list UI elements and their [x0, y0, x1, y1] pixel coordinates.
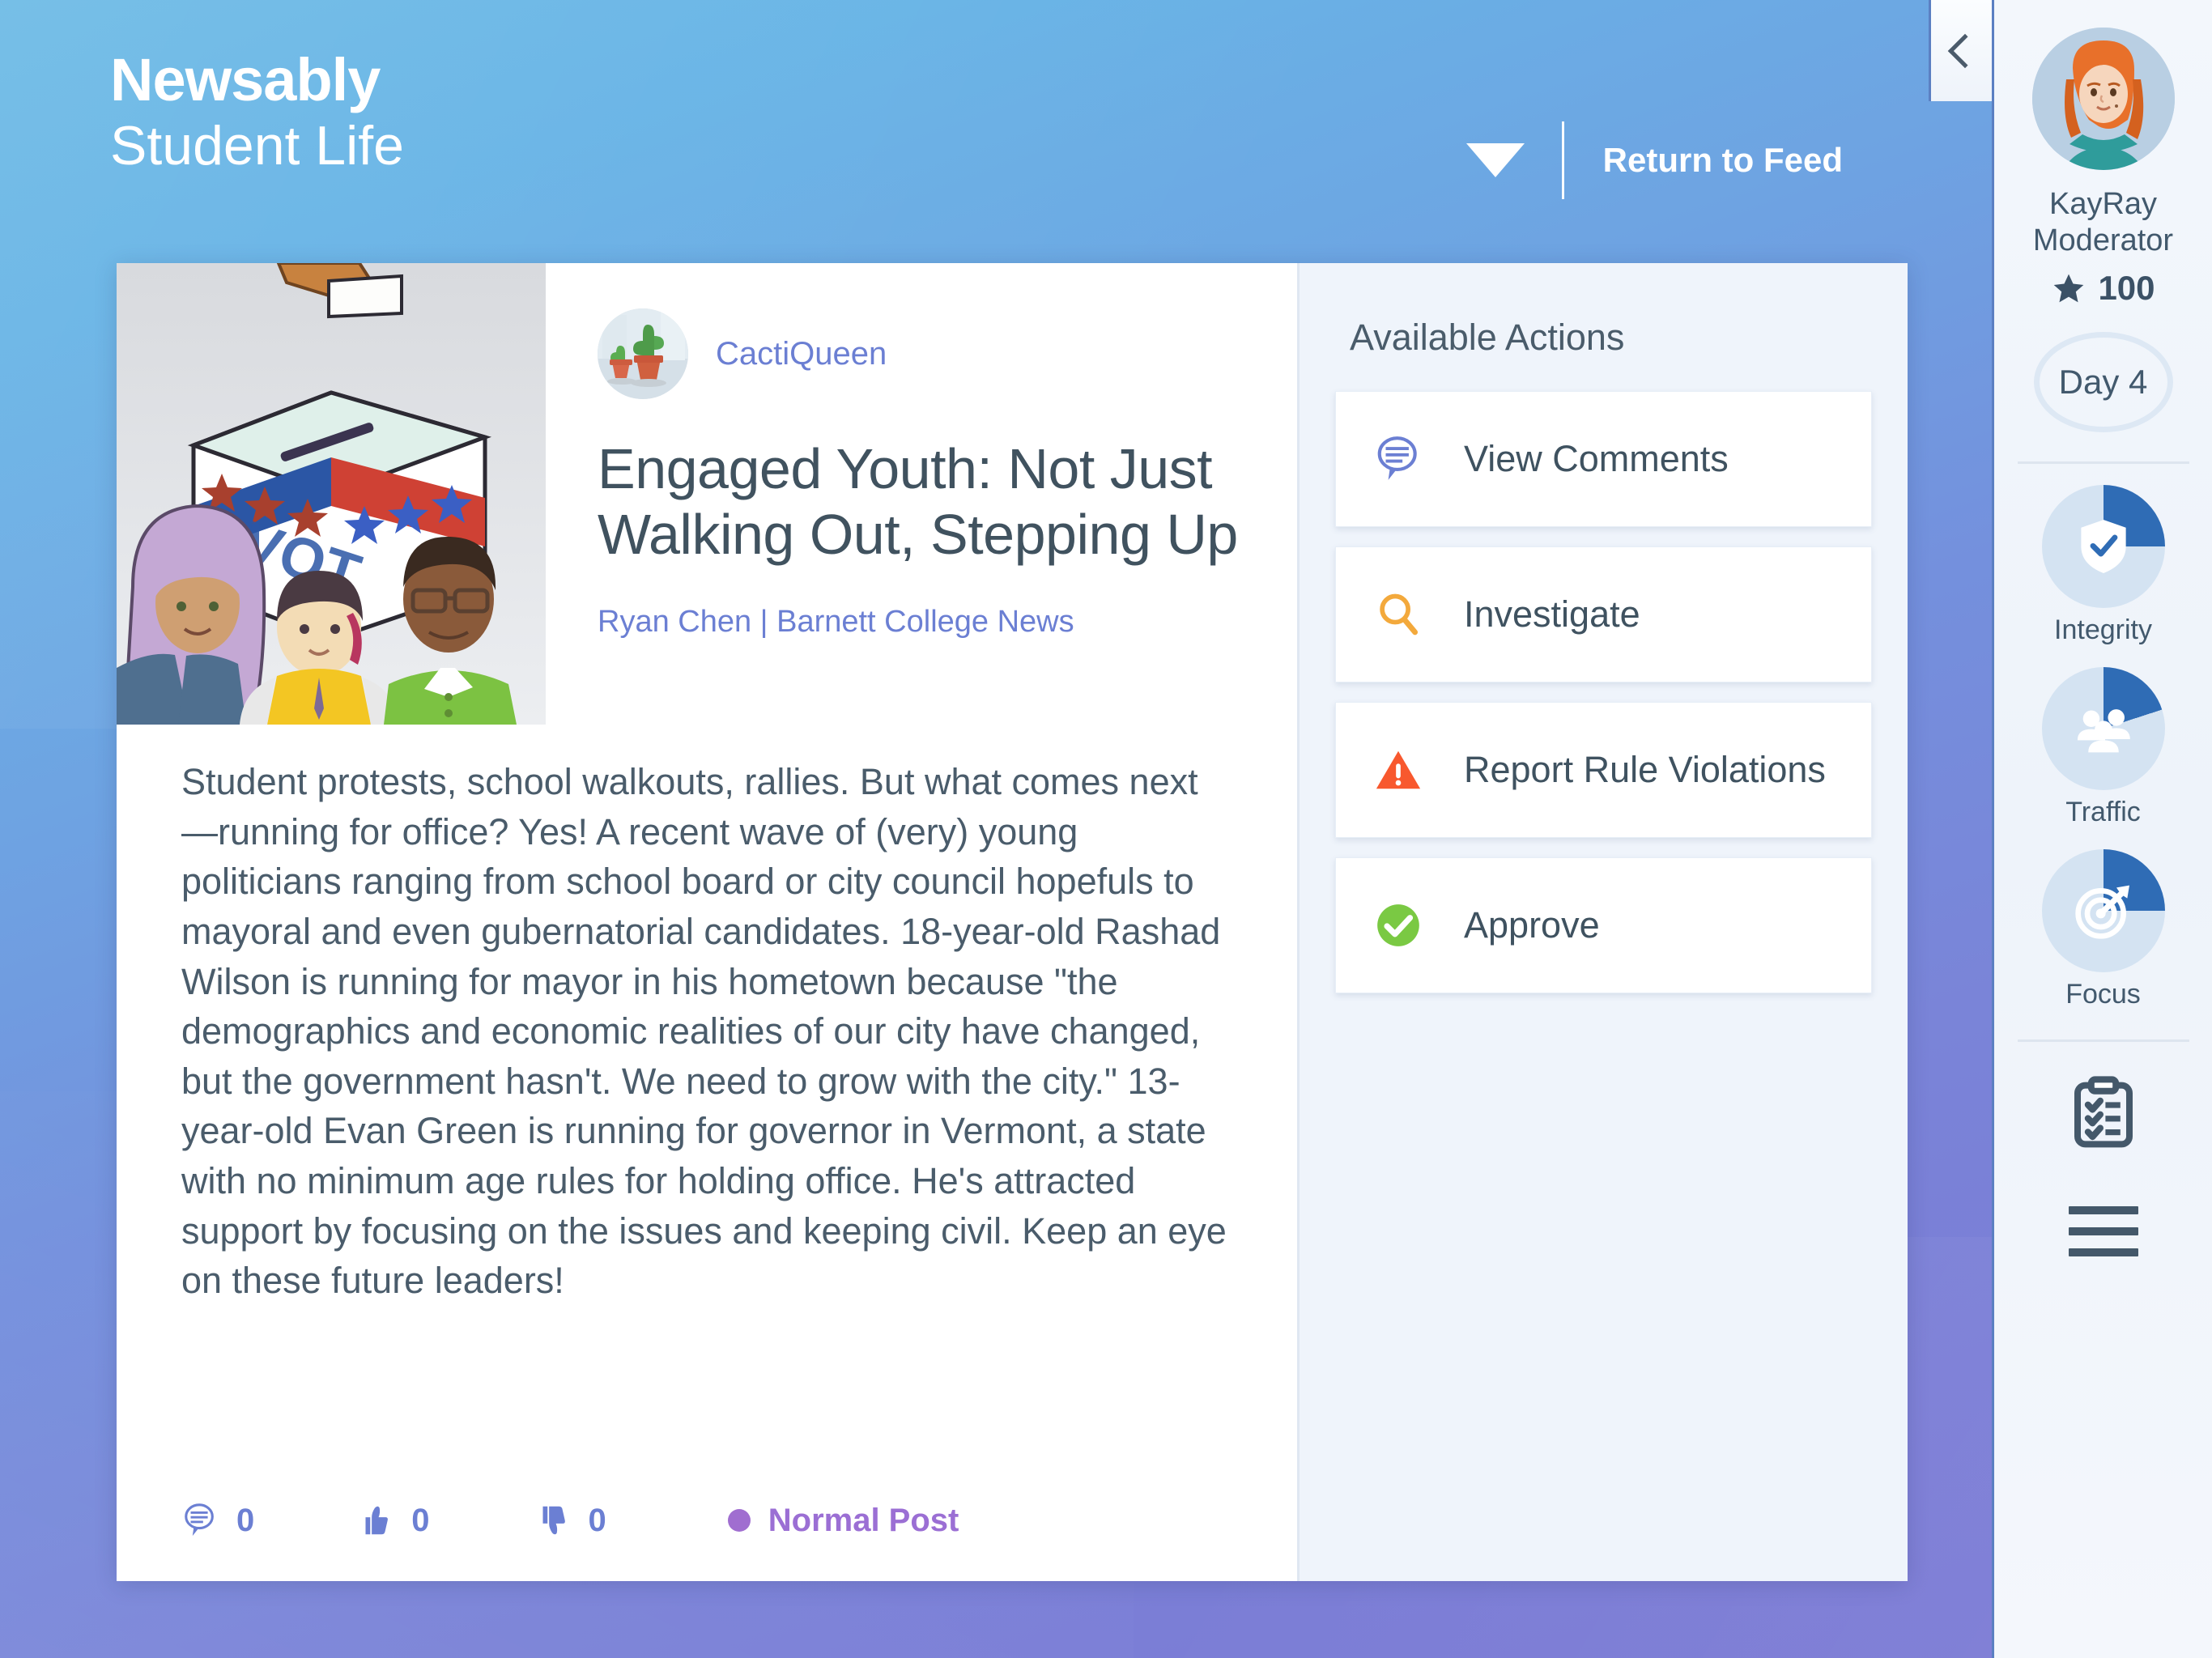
- check-circle-icon: [1372, 899, 1425, 952]
- dislike-count-value: 0: [588, 1502, 606, 1538]
- focus-progress-ring: [2041, 848, 2165, 972]
- status-dot-icon: [727, 1509, 751, 1532]
- author-row[interactable]: CactiQueen: [598, 308, 1245, 399]
- author-name[interactable]: CactiQueen: [716, 336, 887, 372]
- brand-title: Newsably: [110, 46, 381, 113]
- action-label: Report Rule Violations: [1464, 749, 1826, 790]
- integrity-progress-ring: [2041, 484, 2165, 608]
- target-dart-icon: [2042, 849, 2165, 972]
- sidebar-divider-top: [2017, 461, 2189, 464]
- action-approve[interactable]: Approve: [1335, 857, 1872, 993]
- action-view-comments[interactable]: View Comments: [1335, 391, 1872, 527]
- chevron-left-icon: [1947, 33, 1983, 68]
- thumbs-down-icon: [542, 1506, 565, 1535]
- action-label: View Comments: [1464, 438, 1729, 479]
- like-count[interactable]: 0: [356, 1502, 430, 1539]
- avatar[interactable]: [2031, 28, 2175, 170]
- return-to-feed-button[interactable]: Return to Feed: [1603, 141, 1843, 180]
- status-badge-label: Normal Post: [768, 1502, 959, 1538]
- people-group-icon: [2042, 667, 2165, 790]
- magnifier-icon: [1372, 588, 1425, 641]
- article-top: VOT VO: [117, 263, 1297, 725]
- score-row: 100: [2051, 269, 2155, 308]
- comment-count[interactable]: 0: [181, 1502, 254, 1539]
- action-investigate[interactable]: Investigate: [1335, 546, 1872, 682]
- available-actions-panel: Available Actions View Comments Investig…: [1300, 263, 1908, 1581]
- article-head: CactiQueen Engaged Youth: Not Just Walki…: [546, 263, 1297, 725]
- available-actions-title: Available Actions: [1350, 317, 1625, 358]
- day-badge-label: Day 4: [2058, 362, 2148, 401]
- warning-triangle-icon: [1372, 743, 1425, 797]
- action-label: Investigate: [1464, 593, 1640, 635]
- status-badge: Normal Post: [727, 1502, 959, 1539]
- brand: Newsably Student Life: [110, 46, 404, 177]
- meter-label: Focus: [2065, 978, 2141, 1010]
- meter-traffic[interactable]: Traffic: [2041, 666, 2165, 828]
- article-card: VOT VO: [117, 263, 1300, 1581]
- shield-check-icon: [2042, 485, 2165, 608]
- star-icon: [2054, 274, 2084, 303]
- meter-label: Traffic: [2065, 796, 2141, 827]
- vote-ballot-illustration: VOT VO: [117, 263, 546, 725]
- dislike-count[interactable]: 0: [534, 1502, 606, 1539]
- right-sidebar: KayRay Moderator 100 Day 4 Integrity Tra…: [1992, 0, 2212, 1658]
- app-header: Newsably Student Life Return to Feed: [0, 0, 1992, 259]
- hamburger-menu-icon[interactable]: [2068, 1205, 2138, 1256]
- meter-integrity[interactable]: Integrity: [2041, 484, 2165, 646]
- traffic-progress-ring: [2041, 666, 2165, 790]
- article-body: Student protests, school walkouts, ralli…: [181, 761, 1227, 1302]
- article-title: Engaged Youth: Not Just Walking Out, Ste…: [598, 437, 1238, 567]
- comment-bubble-icon: [1372, 432, 1425, 486]
- header-actions: Return to Feed: [1465, 121, 1843, 199]
- comment-bubble-icon: [185, 1503, 214, 1537]
- header-divider: [1561, 121, 1564, 199]
- sidebar-bottom-icons: [2065, 1074, 2142, 1256]
- article-byline[interactable]: Ryan Chen | Barnett College News: [598, 605, 1245, 640]
- action-report-rule-violations[interactable]: Report Rule Violations: [1335, 702, 1872, 838]
- caret-down-icon[interactable]: [1465, 143, 1525, 177]
- brand-subtitle: Student Life: [110, 115, 404, 176]
- day-badge: Day 4: [2033, 331, 2173, 432]
- cacti-avatar: [598, 308, 688, 399]
- meter-focus[interactable]: Focus: [2041, 848, 2165, 1010]
- collapse-sidebar-button[interactable]: [1929, 0, 1995, 101]
- profile-role: Moderator: [2032, 223, 2174, 257]
- comment-count-value: 0: [236, 1502, 255, 1538]
- meter-label: Integrity: [2054, 614, 2152, 645]
- action-label: Approve: [1464, 904, 1600, 946]
- profile-username: KayRay: [2048, 187, 2158, 221]
- thumbs-up-icon: [365, 1506, 389, 1535]
- clipboard-checklist-icon[interactable]: [2065, 1074, 2142, 1156]
- like-count-value: 0: [411, 1502, 430, 1538]
- sidebar-divider-bottom: [2017, 1039, 2189, 1042]
- score-value: 100: [2098, 268, 2155, 307]
- main-content: VOT VO: [117, 263, 1908, 1581]
- article-footer: 0 0 0 Normal Post: [117, 1502, 1297, 1581]
